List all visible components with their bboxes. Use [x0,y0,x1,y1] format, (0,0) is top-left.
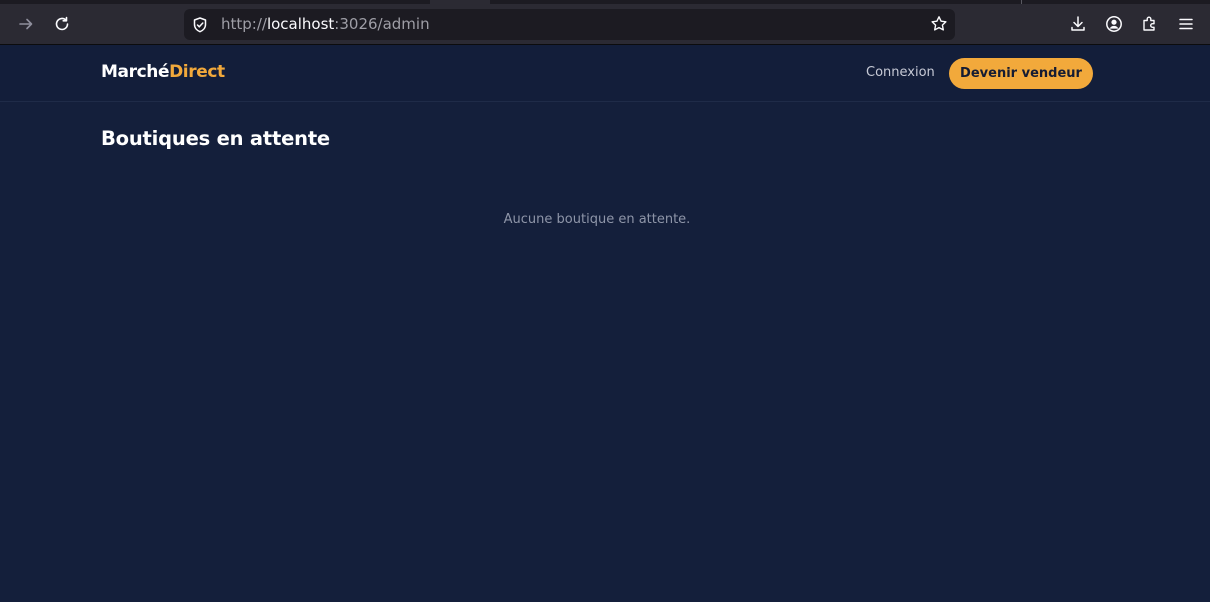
browser-toolbar: http://localhost:3026/admin [0,0,1210,45]
url-path: :3026/admin [334,15,430,33]
reload-button[interactable] [50,12,74,36]
download-icon [1071,16,1085,31]
url-prefix: http:// [221,15,267,33]
become-seller-button[interactable]: Devenir vendeur [949,58,1093,89]
shield-icon[interactable] [191,16,209,34]
login-link[interactable]: Connexion [866,65,935,80]
url-text[interactable]: http://localhost:3026/admin [221,15,430,33]
account-button[interactable] [1102,12,1126,36]
extensions-button[interactable] [1138,12,1162,36]
downloads-button[interactable] [1066,12,1090,36]
tab-divider [1021,0,1022,4]
account-icon [1106,16,1122,32]
tab-strip [0,0,1210,4]
hamburger-icon [1179,18,1193,30]
logo-text-direct: Direct [169,62,225,82]
arrow-right-icon [19,18,33,30]
site-logo[interactable]: MarchéDirect [101,62,225,82]
forward-button[interactable] [14,12,38,36]
empty-state-message: Aucune boutique en attente. [503,212,691,227]
logo-text-marche: Marché [101,62,170,82]
puzzle-icon [1143,16,1155,31]
reload-icon [55,16,69,31]
menu-button[interactable] [1174,12,1198,36]
address-bar[interactable]: http://localhost:3026/admin [184,9,955,40]
tab-strip-segment [430,0,490,4]
page-title: Boutiques en attente [101,127,330,150]
site-header: MarchéDirect Connexion Devenir vendeur [0,45,1210,102]
star-icon[interactable] [930,15,948,33]
url-host: localhost [266,15,335,33]
